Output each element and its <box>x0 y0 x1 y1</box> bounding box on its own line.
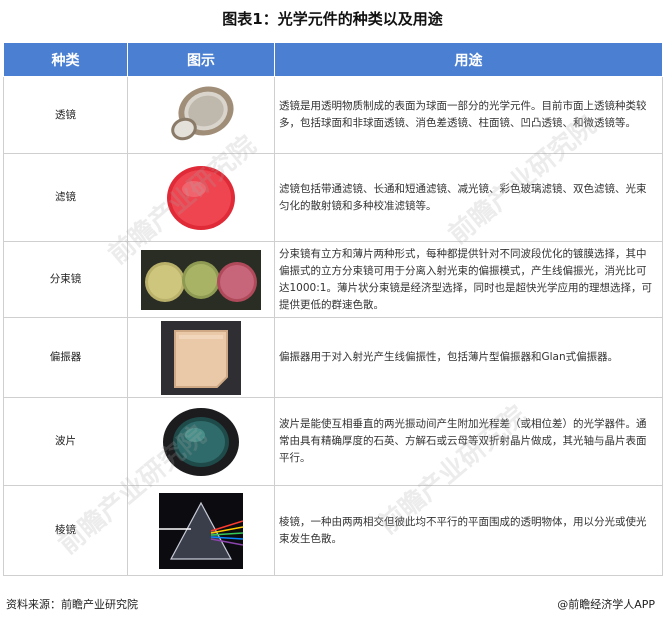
table-row: 分束镜 分束镜有立方和薄片两种形式，每种都提供针对不同波段优化的镀膜选择，其中偏… <box>3 241 663 318</box>
row-description: 分束镜有立方和薄片两种形式，每种都提供针对不同波段优化的镀膜选择，其中偏振式的立… <box>274 241 663 318</box>
row-image <box>127 485 275 576</box>
row-name: 波片 <box>3 397 128 486</box>
row-description: 波片是能使互相垂直的两光振动间产生附加光程差（或相位差）的光学器件。通常由具有精… <box>274 397 663 486</box>
filter-image <box>167 165 235 230</box>
polarizer-image <box>161 320 241 395</box>
table-header-row: 种类 图示 用途 <box>3 42 663 77</box>
beam-splitter-image <box>141 249 261 310</box>
row-name: 分束镜 <box>3 241 128 318</box>
row-description: 滤镜包括带通滤镜、长通和短通滤镜、减光镜、彩色玻璃滤镜、双色滤镜、光束匀化的散射… <box>274 153 663 242</box>
row-name: 偏振器 <box>3 317 128 398</box>
row-description: 透镜是用透明物质制成的表面为球面一部分的光学元件。目前市面上透镜种类较多，包括球… <box>274 76 663 154</box>
table-row: 偏振器 偏振器用于对入射光产生线偏振性，包括薄片型偏振器和Glan式偏振器。 <box>3 317 663 398</box>
table-row: 棱镜 棱镜，一种由两两相交但彼此均不平行的平面围成的透明物体，用以分光或使光束发… <box>3 485 663 576</box>
row-description: 棱镜，一种由两两相交但彼此均不平行的平面围成的透明物体，用以分光或使光束发生色散… <box>274 485 663 576</box>
table-row: 滤镜 滤镜包括带通滤镜、长通和短通滤镜、减光镜、彩色玻璃滤镜、双色滤镜、光束匀化… <box>3 153 663 242</box>
figure-title: 图表1：光学元件的种类以及用途 <box>222 10 443 28</box>
table-row: 透镜 透镜是用透明物质制成的表面为球面一部分的光学元件。目前市面上透镜种类较多，… <box>3 76 663 154</box>
brand-credit: @前瞻经济学人APP <box>557 598 655 611</box>
row-image <box>127 317 275 398</box>
wave-plate-image <box>155 402 247 481</box>
row-image <box>127 153 275 242</box>
prism-image <box>159 492 243 569</box>
header-image: 图示 <box>127 42 275 77</box>
footer: 资料来源：前瞻产业研究院 @前瞻经济学人APP <box>0 592 665 616</box>
row-name: 透镜 <box>3 76 128 154</box>
lens-image <box>156 81 246 149</box>
row-name: 棱镜 <box>3 485 128 576</box>
table-row: 波片 波片是能使互相垂直的两光振动间产生附加光程差（或相位差）的光学器件。通常由… <box>3 397 663 486</box>
header-type: 种类 <box>3 42 128 77</box>
row-description: 偏振器用于对入射光产生线偏振性，包括薄片型偏振器和Glan式偏振器。 <box>274 317 663 398</box>
row-image <box>127 76 275 154</box>
header-usage: 用途 <box>274 42 663 77</box>
source-note: 资料来源：前瞻产业研究院 <box>6 598 138 611</box>
row-image <box>127 397 275 486</box>
row-image <box>127 241 275 318</box>
row-name: 滤镜 <box>3 153 128 242</box>
optical-elements-table: 种类 图示 用途 透镜 透镜是用透明物质制成的表面为球面一部分的光学元件。目前市… <box>3 42 663 576</box>
